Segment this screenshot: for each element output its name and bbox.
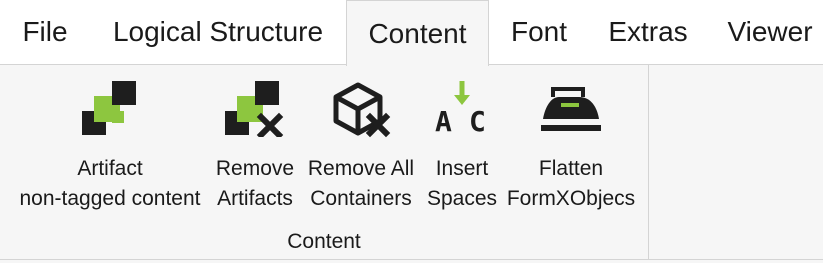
tab-font[interactable]: Font bbox=[498, 0, 580, 64]
insert-spaces-label-line2: Spaces bbox=[426, 187, 498, 210]
insert-spaces-icon: A C bbox=[431, 78, 493, 140]
tab-logical-structure[interactable]: Logical Structure bbox=[98, 0, 338, 64]
artifact-icon bbox=[82, 78, 138, 140]
flatten-label-line2: FormXObjecs bbox=[506, 187, 636, 210]
ribbon-bottom-border bbox=[0, 259, 823, 260]
insert-spaces-label-line1: Insert bbox=[435, 157, 489, 180]
remove-artifacts-button[interactable]: Remove Artifacts bbox=[213, 78, 297, 214]
artifact-button[interactable]: Artifact non-tagged content bbox=[10, 78, 210, 214]
remove-containers-icon bbox=[330, 78, 392, 140]
ribbon-tab-bar: File Logical Structure Content Font Extr… bbox=[0, 0, 823, 66]
remove-artifacts-label-line2: Artifacts bbox=[217, 187, 293, 210]
artifact-label-line2: non-tagged content bbox=[19, 187, 201, 210]
svg-text:C: C bbox=[469, 105, 486, 138]
remove-all-containers-button[interactable]: Remove All Containers bbox=[305, 78, 417, 214]
artifact-label-line1: Artifact bbox=[77, 157, 143, 180]
tab-content[interactable]: Content bbox=[346, 0, 489, 66]
remove-artifacts-icon bbox=[225, 78, 285, 140]
ribbon-group-divider bbox=[648, 65, 649, 260]
insert-spaces-button[interactable]: A C Insert Spaces bbox=[426, 78, 498, 214]
ribbon-group-label: Content bbox=[287, 230, 361, 253]
remove-all-containers-label-line1: Remove All bbox=[307, 157, 415, 180]
flatten-iron-icon bbox=[539, 78, 603, 140]
svg-text:A: A bbox=[435, 105, 452, 138]
tab-file[interactable]: File bbox=[10, 0, 80, 64]
flatten-formxobjects-button[interactable]: Flatten FormXObjecs bbox=[506, 78, 636, 214]
remove-all-containers-label-line2: Containers bbox=[310, 187, 412, 210]
tab-extras[interactable]: Extras bbox=[598, 0, 698, 64]
tab-viewer[interactable]: Viewer bbox=[716, 0, 823, 64]
flatten-label-line1: Flatten bbox=[538, 157, 604, 180]
remove-artifacts-label-line1: Remove bbox=[215, 157, 295, 180]
